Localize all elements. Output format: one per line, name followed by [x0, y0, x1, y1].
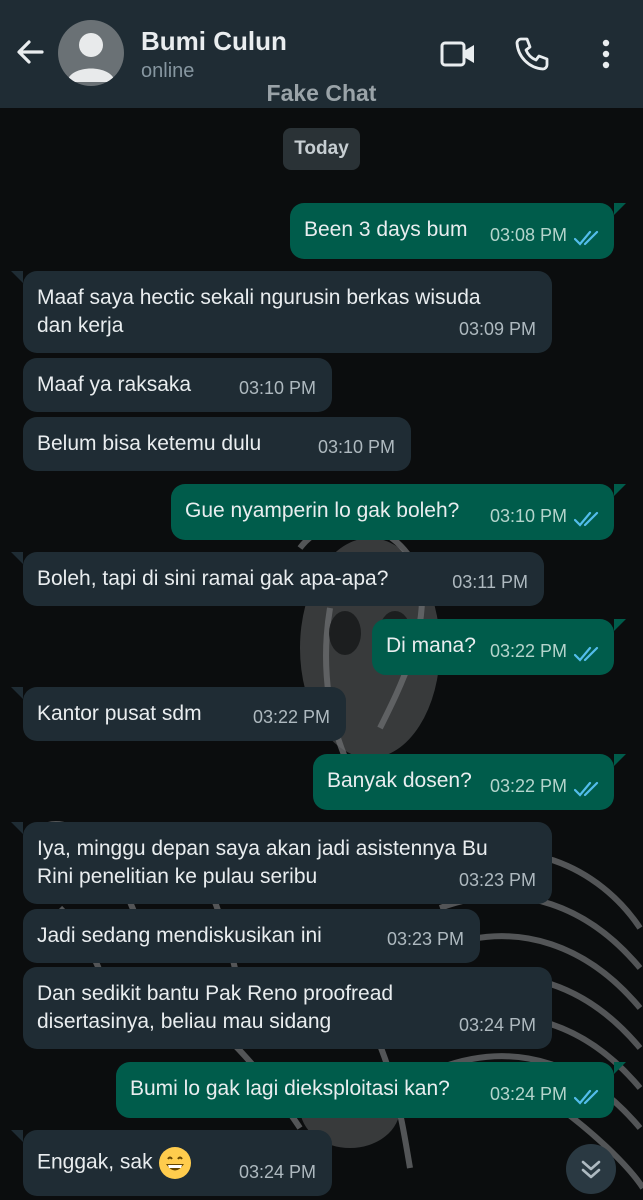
message-line: Iya, minggu depan saya akan jadi asisten…: [37, 837, 488, 860]
message-time: 03:24 PM: [238, 1162, 316, 1182]
double-check-read-icon: [574, 781, 599, 797]
contact-avatar[interactable]: [58, 20, 124, 86]
message-outgoing[interactable]: Banyak dosen? 03:22 PM: [313, 754, 614, 810]
message-text: Di mana?: [386, 634, 476, 657]
bubble-tail: [11, 687, 23, 699]
double-chevron-down-icon: [581, 1160, 601, 1179]
message-time: 03:22 PM: [490, 776, 568, 796]
message-outgoing[interactable]: Di mana? 03:22 PM: [372, 619, 614, 675]
message-text: Jadi sedang mendiskusikan ini: [37, 924, 322, 947]
message-time: 03:24 PM: [490, 1084, 568, 1104]
bubble-tail: [614, 1062, 626, 1074]
bubble-tail: [11, 552, 23, 564]
message-text: Gue nyamperin lo gak boleh?: [185, 499, 460, 522]
back-arrow-icon[interactable]: [12, 34, 48, 70]
message-time: 03:10 PM: [317, 437, 395, 457]
message-incoming[interactable]: Boleh, tapi di sini ramai gak apa-apa? 0…: [23, 552, 544, 606]
bubble-tail: [614, 619, 626, 631]
message-text: Dan sedikit bantu Pak Reno proofread dis…: [37, 980, 393, 1036]
message-incoming[interactable]: Maaf ya raksaka 03:10 PM: [23, 358, 332, 412]
contact-name[interactable]: Bumi Culun: [141, 26, 287, 57]
bubble-tail: [11, 271, 23, 283]
message-incoming[interactable]: Enggak, sak 03:24 PM: [23, 1130, 332, 1196]
fake-chat-watermark: Fake Chat: [266, 80, 377, 106]
bubble-tail: [11, 1130, 23, 1142]
message-text: Iya, minggu depan saya akan jadi asisten…: [37, 835, 488, 891]
message-incoming[interactable]: Kantor pusat sdm 03:22 PM: [23, 687, 346, 741]
message-text: Belum bisa ketemu dulu: [37, 432, 262, 455]
message-outgoing[interactable]: Gue nyamperin lo gak boleh? 03:10 PM: [171, 484, 614, 540]
message-time: 03:23 PM: [458, 870, 536, 890]
message-time: 03:10 PM: [238, 378, 316, 398]
message-time: 03:09 PM: [458, 319, 536, 339]
message-text-part: Enggak, sak: [37, 1150, 153, 1174]
message-incoming[interactable]: Iya, minggu depan saya akan jadi asisten…: [23, 822, 552, 904]
message-incoming[interactable]: Maaf saya hectic sekali ngurusin berkas …: [23, 271, 552, 353]
message-incoming[interactable]: Jadi sedang mendiskusikan ini 03:23 PM: [23, 909, 480, 963]
message-time: 03:10 PM: [490, 506, 568, 526]
double-check-read-icon: [574, 511, 599, 527]
message-text: Maaf saya hectic sekali ngurusin berkas …: [37, 284, 481, 340]
message-line: disertasinya, beliau mau sidang: [37, 1010, 332, 1033]
bubble-tail: [614, 203, 626, 215]
bubble-tail: [614, 754, 626, 766]
message-incoming[interactable]: Belum bisa ketemu dulu 03:10 PM: [23, 417, 411, 471]
grinning-face-emoji-icon: [159, 1147, 192, 1179]
message-text: Banyak dosen?: [327, 769, 472, 792]
message-outgoing[interactable]: Bumi lo gak lagi dieksploitasi kan? 03:2…: [116, 1062, 614, 1118]
message-text: Boleh, tapi di sini ramai gak apa-apa?: [37, 567, 389, 590]
message-text: Been 3 days bum: [304, 218, 468, 241]
bubble-tail: [614, 484, 626, 496]
message-text: Maaf ya raksaka: [37, 373, 192, 396]
message-text: Kantor pusat sdm: [37, 702, 202, 725]
message-time: 03:22 PM: [252, 707, 330, 727]
double-check-read-icon: [574, 1089, 599, 1105]
message-time: 03:11 PM: [452, 572, 528, 592]
double-check-read-icon: [574, 646, 599, 662]
message-line: Dan sedikit bantu Pak Reno proofread: [37, 982, 394, 1005]
message-outgoing[interactable]: Been 3 days bum 03:08 PM: [290, 203, 614, 259]
message-time: 03:08 PM: [490, 225, 568, 245]
message-line: Maaf saya hectic sekali ngurusin berkas …: [37, 286, 481, 309]
message-text: Enggak, sak: [37, 1146, 192, 1180]
scroll-to-bottom-button[interactable]: [566, 1144, 616, 1194]
default-avatar-icon: [67, 33, 115, 82]
video-call-icon[interactable]: [438, 34, 478, 74]
phone-call-icon[interactable]: [512, 34, 552, 74]
date-divider: Today: [283, 128, 360, 170]
message-incoming[interactable]: Dan sedikit bantu Pak Reno proofread dis…: [23, 967, 552, 1049]
message-line: dan kerja: [37, 314, 124, 337]
message-line: Rini penelitian ke pulau seribu: [37, 865, 318, 888]
double-check-read-icon: [574, 230, 599, 246]
message-time: 03:22 PM: [490, 641, 568, 661]
message-text: Bumi lo gak lagi dieksploitasi kan?: [130, 1077, 450, 1100]
bubble-tail: [11, 822, 23, 834]
message-time: 03:23 PM: [386, 929, 464, 949]
message-time: 03:24 PM: [458, 1015, 536, 1035]
more-options-icon[interactable]: [586, 34, 626, 74]
